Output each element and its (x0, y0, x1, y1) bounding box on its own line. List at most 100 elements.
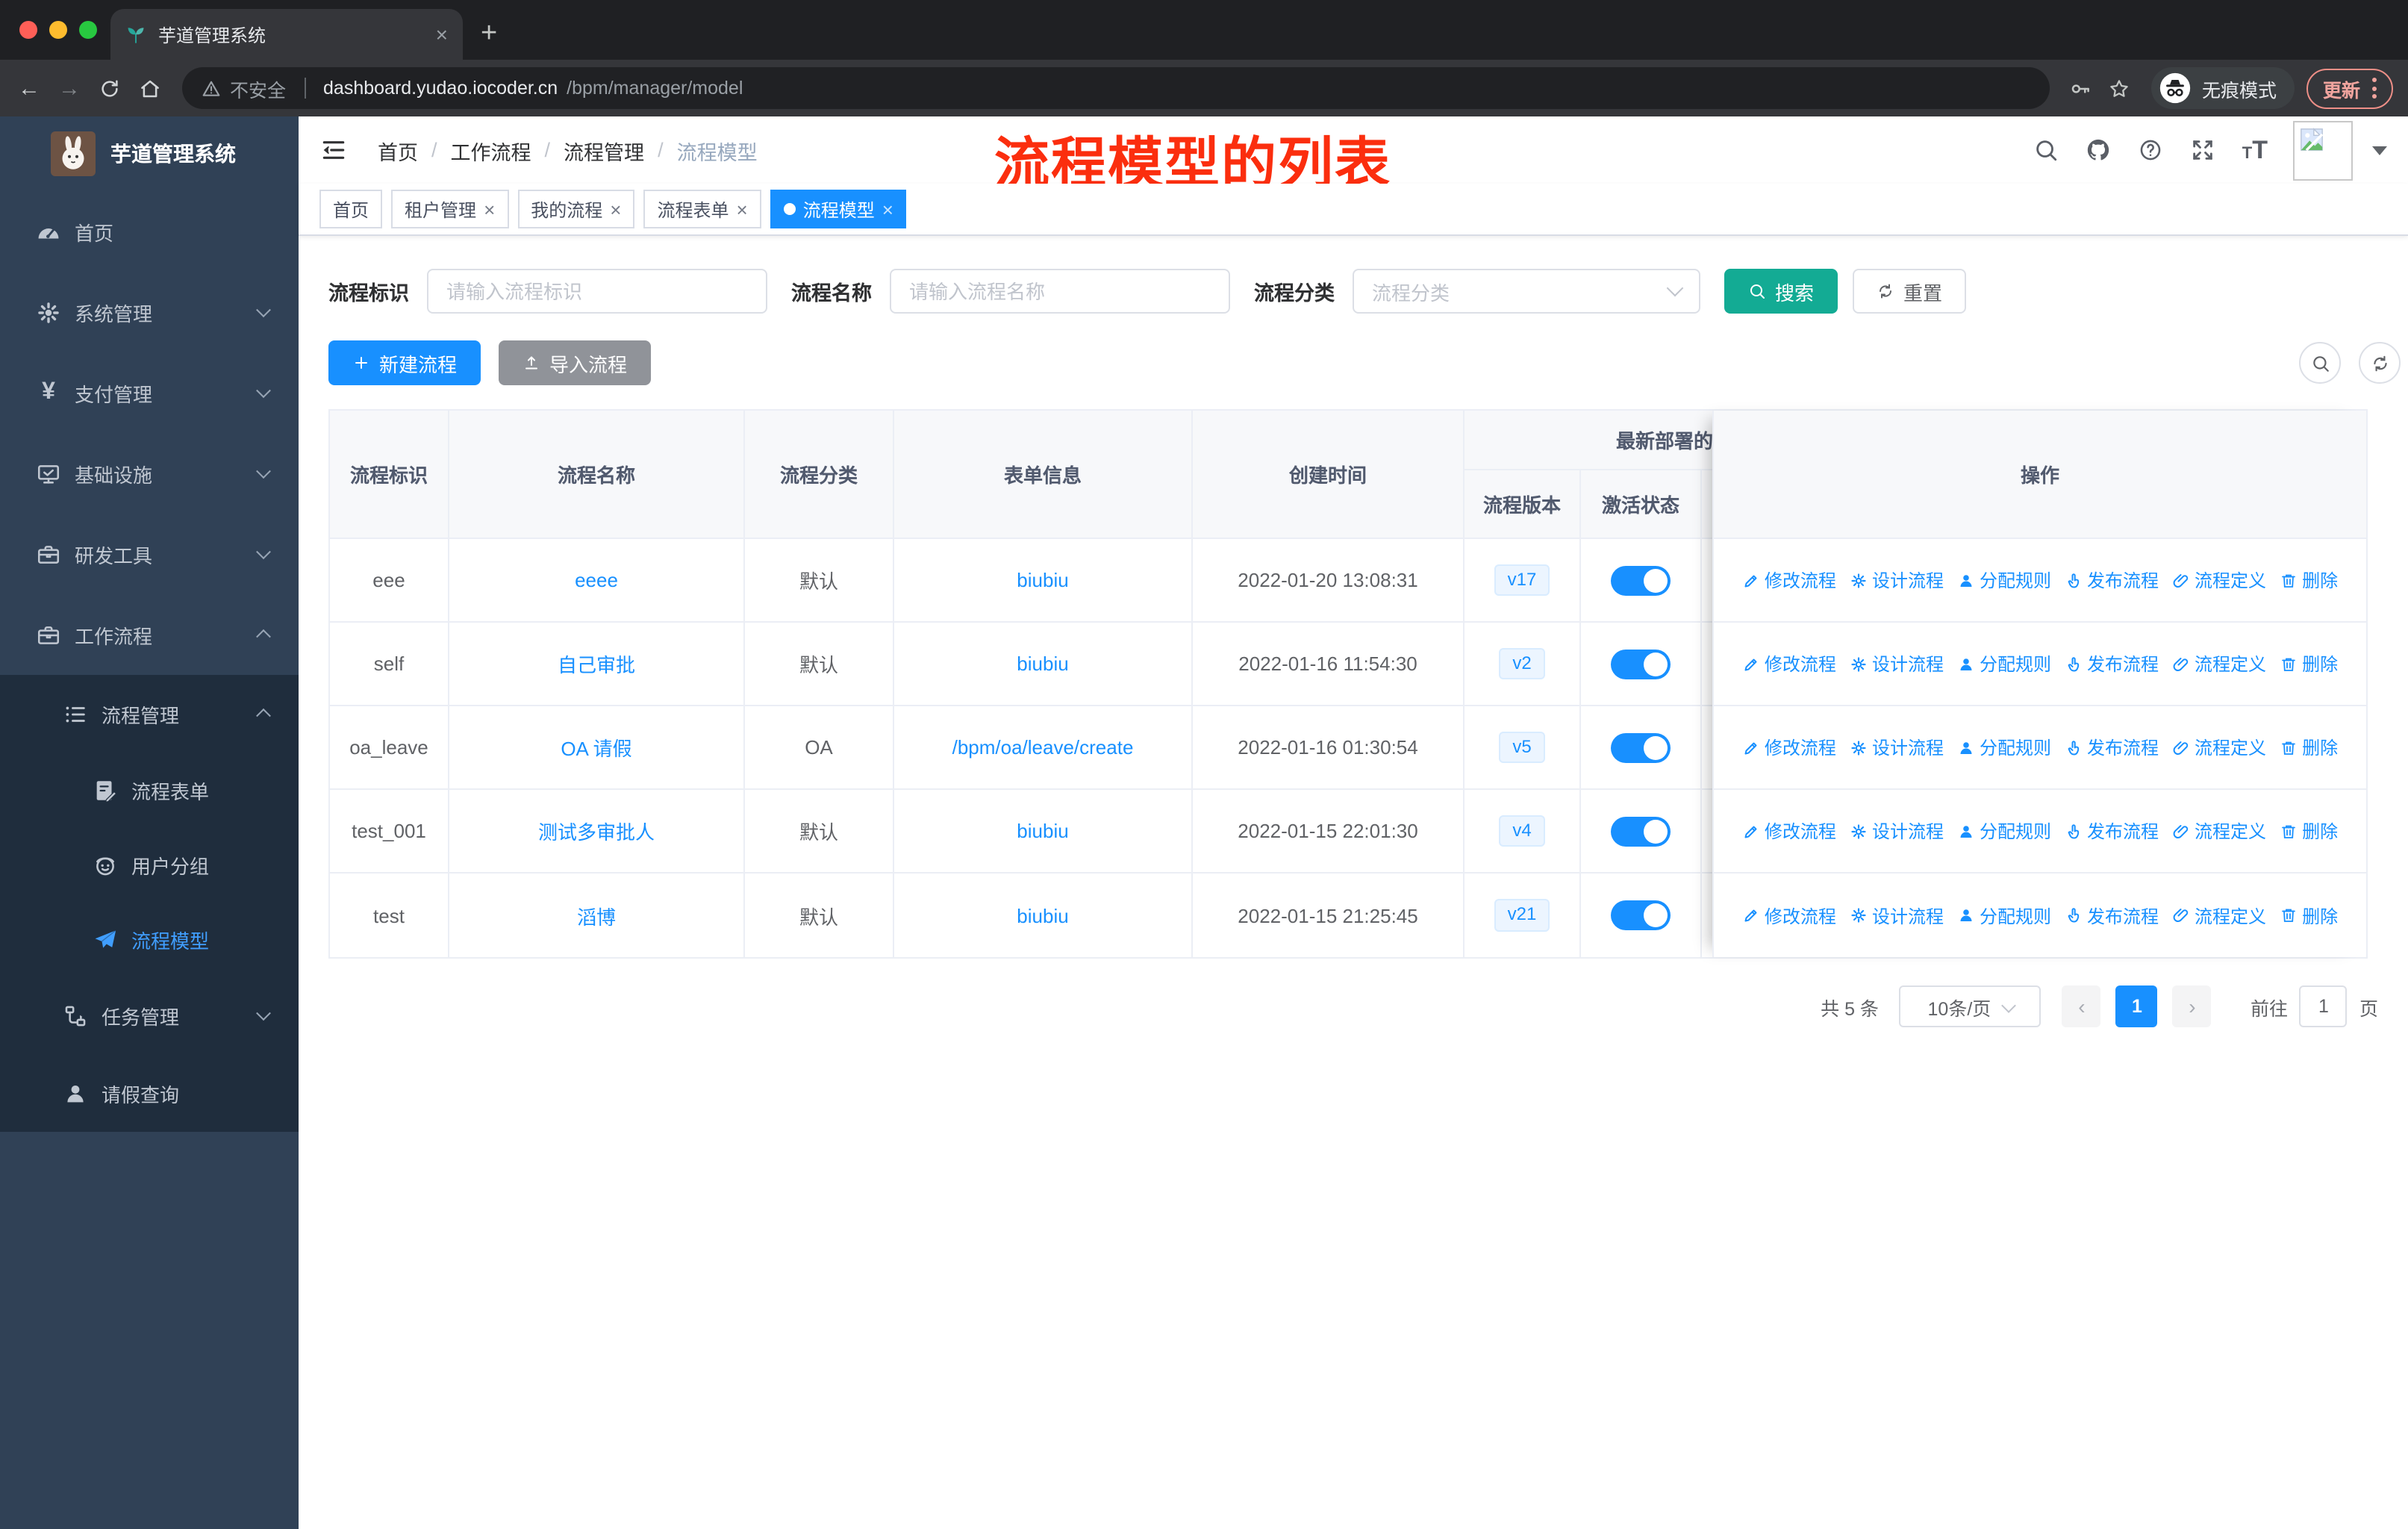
current-page-button[interactable]: 1 (2115, 985, 2158, 1027)
breadcrumb-item[interactable]: 首页 (378, 135, 418, 165)
back-button[interactable]: ← (9, 68, 49, 108)
process-name-input[interactable] (890, 269, 1230, 314)
search-button[interactable]: 搜索 (1724, 269, 1838, 314)
action-edit[interactable]: 修改流程 (1742, 818, 1836, 844)
action-delete-trash[interactable]: 删除 (2280, 903, 2338, 928)
active-toggle[interactable] (1611, 565, 1671, 595)
import-process-button[interactable]: 导入流程 (499, 340, 652, 385)
close-icon[interactable]: × (882, 199, 893, 219)
action-publish-hand[interactable]: 发布流程 (2065, 735, 2159, 760)
sidebar-item-process-mgmt[interactable]: 流程管理 (0, 675, 299, 753)
sidebar-item-payment[interactable]: ¥ 支付管理 (0, 352, 299, 433)
forward-button[interactable]: → (49, 68, 90, 108)
sidebar-item-infrastructure[interactable]: 基础设施 (0, 433, 299, 514)
form-info-link[interactable]: biubiu (1017, 653, 1068, 675)
action-edit[interactable]: 修改流程 (1742, 651, 1836, 676)
sidebar-item-home[interactable]: 首页 (0, 191, 299, 272)
prev-page-button[interactable]: ‹ (2062, 985, 2101, 1027)
sidebar-item-system[interactable]: 系统管理 (0, 272, 299, 352)
tag-view-tab[interactable]: 流程表单 × (643, 190, 761, 228)
action-delete-trash[interactable]: 删除 (2280, 818, 2338, 844)
sidebar-item-process-form[interactable]: 流程表单 (0, 753, 299, 827)
tag-view-tab[interactable]: 流程模型 × (770, 190, 907, 228)
home-button[interactable] (130, 68, 170, 108)
process-name-link[interactable]: 滔博 (577, 901, 616, 929)
action-design-gear[interactable]: 设计流程 (1850, 567, 1944, 593)
chrome-update-button[interactable]: 更新 (2306, 68, 2393, 108)
browser-tab[interactable]: 芋道管理系统 × (110, 9, 463, 60)
close-icon[interactable]: × (610, 199, 621, 219)
url-bar[interactable]: 不安全 dashboard.yudao.iocoder.cn/bpm/manag… (182, 67, 2050, 109)
process-name-link[interactable]: 测试多审批人 (538, 817, 655, 845)
action-design-gear[interactable]: 设计流程 (1850, 651, 1944, 676)
action-delete-trash[interactable]: 删除 (2280, 735, 2338, 760)
menu-dots-icon[interactable] (2372, 78, 2377, 99)
tab-close-icon[interactable]: × (436, 24, 448, 45)
key-icon[interactable] (2062, 69, 2100, 108)
search-icon[interactable] (2033, 137, 2060, 164)
action-assign-user[interactable]: 分配规则 (1957, 903, 2051, 928)
action-publish-hand[interactable]: 发布流程 (2065, 651, 2159, 676)
active-toggle[interactable] (1611, 649, 1671, 679)
sidebar-item-user-group[interactable]: 用户分组 (0, 827, 299, 902)
close-icon[interactable]: × (737, 199, 748, 219)
sidebar-item-task-mgmt[interactable]: 任务管理 (0, 977, 299, 1054)
github-icon[interactable] (2086, 137, 2112, 164)
breadcrumb-item[interactable]: 流程管理 (564, 135, 644, 165)
category-select[interactable]: 流程分类 (1353, 269, 1700, 314)
process-key-input[interactable] (427, 269, 767, 314)
process-name-link[interactable]: OA 请假 (561, 733, 631, 762)
action-edit[interactable]: 修改流程 (1742, 903, 1836, 928)
action-edit[interactable]: 修改流程 (1742, 567, 1836, 593)
action-definition-clip[interactable]: 流程定义 (2172, 651, 2266, 676)
process-name-link[interactable]: eeee (575, 569, 618, 591)
process-name-link[interactable]: 自己审批 (558, 650, 635, 678)
active-toggle[interactable] (1611, 816, 1671, 846)
zoom-window-button[interactable] (79, 21, 97, 39)
form-info-link[interactable]: biubiu (1017, 904, 1068, 927)
help-icon[interactable] (2138, 137, 2165, 164)
action-design-gear[interactable]: 设计流程 (1850, 903, 1944, 928)
caret-down-icon[interactable] (2372, 146, 2387, 155)
bookmark-star-icon[interactable] (2100, 69, 2139, 108)
tag-view-tab[interactable]: 我的流程 × (517, 190, 635, 228)
action-publish-hand[interactable]: 发布流程 (2065, 567, 2159, 593)
sidebar-item-workflow[interactable]: 工作流程 (0, 594, 299, 675)
close-window-button[interactable] (19, 21, 37, 39)
next-page-button[interactable]: › (2172, 985, 2212, 1027)
action-publish-hand[interactable]: 发布流程 (2065, 903, 2159, 928)
action-publish-hand[interactable]: 发布流程 (2065, 818, 2159, 844)
create-process-button[interactable]: 新建流程 (328, 340, 481, 385)
action-edit[interactable]: 修改流程 (1742, 735, 1836, 760)
active-toggle[interactable] (1611, 900, 1671, 930)
avatar[interactable] (2293, 120, 2353, 180)
goto-page-input[interactable] (2299, 985, 2348, 1027)
sidebar-item-dev-tools[interactable]: 研发工具 (0, 514, 299, 594)
action-definition-clip[interactable]: 流程定义 (2172, 818, 2266, 844)
reload-button[interactable] (90, 68, 130, 108)
page-size-select[interactable]: 10条/页 (1899, 985, 2042, 1027)
form-info-link[interactable]: /bpm/oa/leave/create (952, 736, 1134, 759)
action-definition-clip[interactable]: 流程定义 (2172, 903, 2266, 928)
form-info-link[interactable]: biubiu (1017, 569, 1068, 591)
tag-view-tab[interactable]: 租户管理 × (391, 190, 509, 228)
font-size-icon[interactable]: TT (2242, 137, 2268, 163)
minimize-window-button[interactable] (49, 21, 67, 39)
action-design-gear[interactable]: 设计流程 (1850, 818, 1944, 844)
close-icon[interactable]: × (484, 199, 495, 219)
action-definition-clip[interactable]: 流程定义 (2172, 735, 2266, 760)
action-assign-user[interactable]: 分配规则 (1957, 567, 2051, 593)
reset-button[interactable]: 重置 (1853, 269, 1967, 314)
sidebar-item-leave-query[interactable]: 请假查询 (0, 1054, 299, 1132)
breadcrumb-item[interactable]: 工作流程 (451, 135, 531, 165)
tag-view-tab[interactable]: 首页 (319, 190, 383, 228)
action-assign-user[interactable]: 分配规则 (1957, 818, 2051, 844)
fullscreen-icon[interactable] (2190, 137, 2217, 164)
collapse-sidebar-icon[interactable] (319, 136, 348, 164)
form-info-link[interactable]: biubiu (1017, 820, 1068, 842)
active-toggle[interactable] (1611, 732, 1671, 762)
table-search-button[interactable] (2299, 342, 2341, 384)
table-refresh-button[interactable] (2359, 342, 2401, 384)
action-assign-user[interactable]: 分配规则 (1957, 735, 2051, 760)
action-delete-trash[interactable]: 删除 (2280, 651, 2338, 676)
